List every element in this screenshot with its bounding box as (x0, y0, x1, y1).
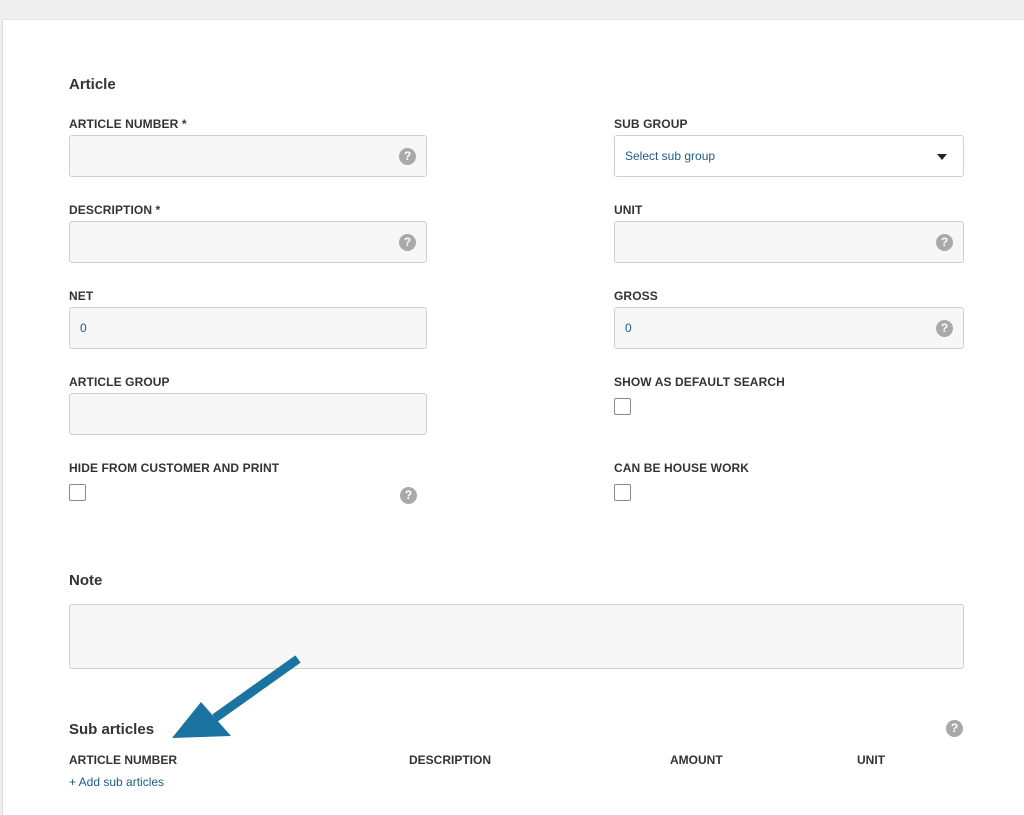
question-circle-icon[interactable]: ? (399, 234, 416, 251)
section-title-note: Note (69, 572, 103, 589)
description-label: DESCRIPTION * (69, 203, 161, 217)
show-as-default-search-checkbox[interactable] (614, 398, 631, 415)
gross-label: GROSS (614, 289, 658, 303)
unit-input[interactable]: ? (614, 221, 964, 263)
question-circle-icon[interactable]: ? (936, 320, 953, 337)
sub-group-label: SUB GROUP (614, 117, 688, 131)
unit-label: UNIT (614, 203, 643, 217)
gross-value: 0 (625, 321, 632, 335)
question-circle-icon[interactable]: ? (936, 234, 953, 251)
net-input[interactable]: 0 (69, 307, 427, 349)
article-number-label: ARTICLE NUMBER * (69, 117, 187, 131)
arrow-icon (172, 655, 301, 738)
question-circle-icon[interactable]: ? (399, 148, 416, 165)
article-group-label: ARTICLE GROUP (69, 375, 170, 389)
hide-from-customer-label: HIDE FROM CUSTOMER AND PRINT (69, 461, 280, 475)
description-input[interactable]: ? (69, 221, 427, 263)
article-number-input[interactable]: ? (69, 135, 427, 177)
caret-down-icon (937, 154, 947, 160)
net-value: 0 (80, 321, 87, 335)
show-as-default-search-label: SHOW AS DEFAULT SEARCH (614, 375, 785, 389)
gross-input[interactable]: 0 ? (614, 307, 964, 349)
can-be-house-work-checkbox[interactable] (614, 484, 631, 501)
question-circle-icon[interactable]: ? (400, 487, 417, 504)
hide-from-customer-checkbox[interactable] (69, 484, 86, 501)
section-title-sub-articles: Sub articles (69, 721, 155, 738)
can-be-house-work-label: CAN BE HOUSE WORK (614, 461, 750, 475)
article-group-input[interactable] (69, 393, 427, 435)
column-header-article-number: ARTICLE NUMBER (69, 753, 177, 767)
column-header-amount: AMOUNT (670, 753, 723, 767)
column-header-unit: UNIT (857, 753, 885, 767)
question-circle-icon[interactable]: ? (946, 720, 963, 737)
section-title-article: Article (69, 76, 116, 93)
sub-group-select[interactable]: Select sub group (614, 135, 964, 177)
add-sub-articles-link[interactable]: + Add sub articles (69, 775, 164, 789)
column-header-description: DESCRIPTION (409, 753, 492, 767)
sub-group-selected-value: Select sub group (625, 149, 716, 163)
net-label: NET (69, 289, 94, 303)
